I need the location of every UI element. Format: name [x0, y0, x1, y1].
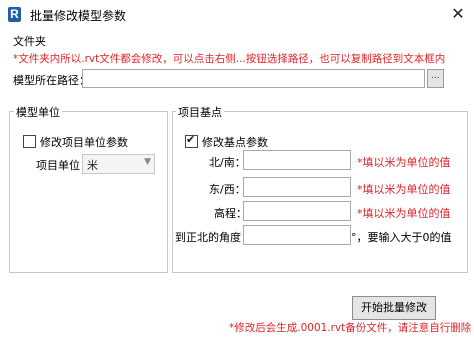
east-west-label: 东/西： [209, 183, 246, 196]
north-south-hint: *填以米为单位的值 [357, 156, 451, 169]
title-bar: R 批量修改模型参数 ✕ [0, 0, 474, 28]
north-angle-hint: °，要输入大于0的值 [351, 231, 452, 244]
north-angle-label: 到正北的角度： [175, 231, 252, 244]
modify-base-point-label: 修改基点参数 [202, 136, 268, 149]
east-west-input[interactable] [243, 177, 351, 197]
modify-unit-label: 修改项目单位参数 [40, 136, 128, 149]
project-unit-value: 米 [87, 159, 98, 172]
modify-base-point-checkbox[interactable] [185, 133, 198, 148]
folder-heading: 文件夹 [13, 35, 46, 48]
north-angle-input[interactable] [243, 225, 351, 245]
north-south-label: 北/南： [209, 156, 246, 169]
backup-note: *修改后会生成.0001.rvt备份文件，请注意自行删除 [229, 322, 472, 334]
elevation-input[interactable] [243, 201, 351, 221]
revit-app-icon: R [8, 7, 21, 22]
path-label: 模型所在路径： [13, 74, 90, 87]
base-point-group-title: 项目基点 [176, 104, 224, 120]
close-icon[interactable]: ✕ [448, 4, 468, 24]
browse-button[interactable]: ... [427, 69, 444, 88]
folder-hint: *文件夹内所以.rvt文件都会修改，可以点击右侧...按钮选择路径，也可以复制路… [13, 53, 446, 65]
start-batch-modify-button[interactable]: 开始批量修改 [352, 296, 436, 320]
elevation-hint: *填以米为单位的值 [357, 207, 451, 220]
modify-unit-checkbox[interactable] [23, 135, 36, 148]
east-west-hint: *填以米为单位的值 [357, 183, 451, 196]
project-unit-select[interactable]: 米 ▼ [82, 154, 155, 174]
chevron-down-icon: ▼ [144, 157, 151, 167]
model-path-input[interactable] [82, 69, 425, 88]
window-title: 批量修改模型参数 [30, 9, 127, 23]
north-south-input[interactable] [243, 150, 351, 170]
model-units-group-title: 模型单位 [14, 104, 62, 120]
